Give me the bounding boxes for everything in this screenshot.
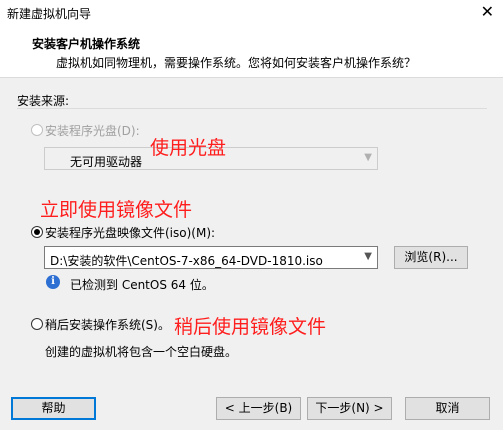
disc-radio[interactable]: [31, 124, 43, 136]
page-title: 安装客户机操作系统: [32, 37, 141, 51]
info-icon: i: [46, 275, 60, 289]
iso-option-label: 安装程序光盘映像文件(iso)(M):: [45, 226, 216, 240]
iso-path-input[interactable]: D:\安装的软件\CentOS-7-x86_64-DVD-1810.iso ▼: [44, 246, 378, 269]
later-option-label: 稍后安装操作系统(S)。: [45, 318, 170, 332]
browse-button[interactable]: 浏览(R)...: [394, 246, 468, 269]
chevron-down-icon: ▼: [364, 152, 372, 163]
disc-option-label: 安装程序光盘(D):: [45, 124, 140, 138]
wizard-header: 安装客户机操作系统 虚拟机如同物理机，需要操作系统。您将如何安装客户机操作系统？: [0, 26, 503, 78]
later-radio[interactable]: [31, 318, 43, 330]
title-bar: 新建虚拟机向导 ✕: [0, 0, 503, 26]
page-subtitle: 虚拟机如同物理机，需要操作系统。您将如何安装客户机操作系统？: [56, 56, 417, 70]
window-title: 新建虚拟机向导: [7, 7, 92, 21]
install-source-label: 安装来源:: [17, 94, 70, 108]
help-button[interactable]: 帮助: [11, 397, 96, 420]
iso-radio[interactable]: [31, 226, 43, 238]
detect-info-text: 已检测到 CentOS 64 位。: [70, 278, 214, 292]
disc-drive-value: 无可用驱动器: [70, 155, 143, 169]
iso-path-value: D:\安装的软件\CentOS-7-x86_64-DVD-1810.iso: [50, 254, 323, 268]
close-icon[interactable]: ✕: [481, 2, 494, 22]
chevron-down-icon[interactable]: ▼: [364, 251, 372, 262]
next-button[interactable]: 下一步(N) >: [307, 397, 392, 420]
annotation-use-image-now: 立即使用镜像文件: [40, 199, 193, 221]
annotation-use-image-later: 稍后使用镜像文件: [174, 316, 327, 338]
cancel-button[interactable]: 取消: [405, 397, 490, 420]
back-button[interactable]: < 上一步(B): [216, 397, 301, 420]
later-option-description: 创建的虚拟机将包含一个空白硬盘。: [45, 345, 238, 359]
annotation-use-disc: 使用光盘: [150, 137, 227, 159]
